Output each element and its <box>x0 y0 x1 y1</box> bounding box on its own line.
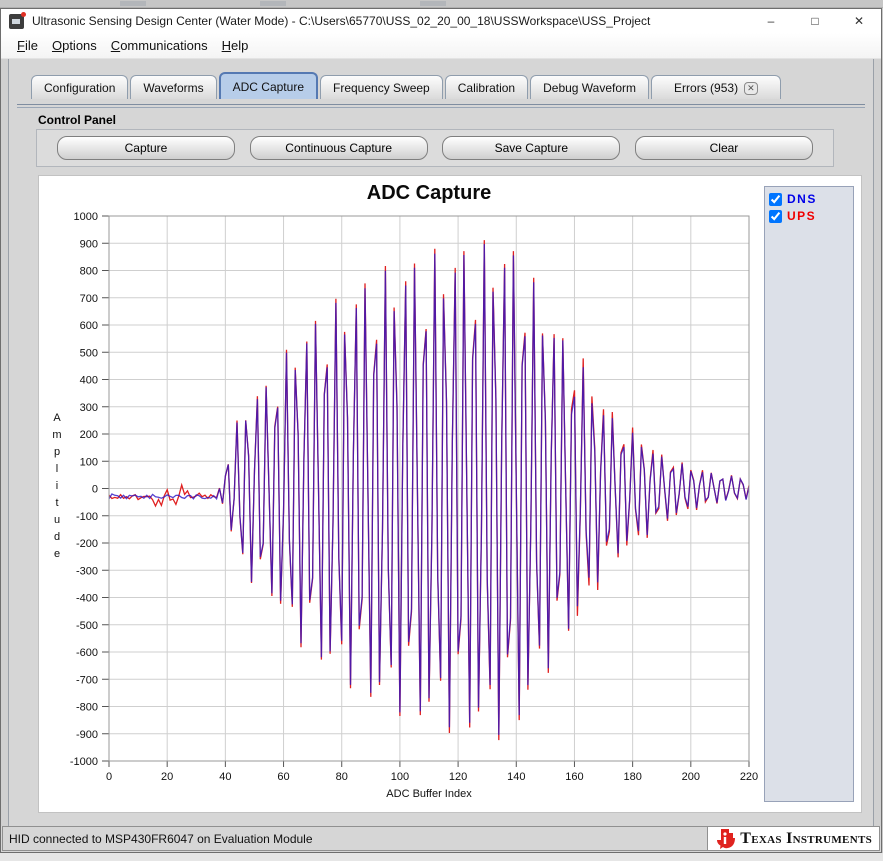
tab-bar: Configuration Waveforms ADC Capture Frequen… <box>31 72 783 99</box>
window-controls: – □ ✕ <box>749 9 881 33</box>
tab-debug-waveform[interactable]: Debug Waveform <box>530 75 650 99</box>
tab-separator <box>17 104 865 108</box>
tab-frequency-sweep[interactable]: Frequency Sweep <box>320 75 443 99</box>
menu-bar: File Options Communications Help <box>1 33 881 59</box>
tab-label: ADC Capture <box>232 80 304 94</box>
tab-label: Configuration <box>44 81 116 95</box>
brand-name: Texas Instruments <box>740 829 872 847</box>
tab-content-panel: Configuration Waveforms ADC Capture Frequen… <box>1 59 881 826</box>
x-tick-label: 120 <box>449 771 467 783</box>
menu-options[interactable]: Options <box>45 35 104 56</box>
legend-item-ups: UPS <box>769 209 849 223</box>
x-tick-label: 0 <box>106 771 112 783</box>
maximize-icon[interactable]: □ <box>793 9 837 33</box>
capture-button[interactable]: Capture <box>57 136 235 160</box>
x-tick-label: 40 <box>219 771 231 783</box>
x-tick-label: 20 <box>161 771 173 783</box>
x-tick-label: 140 <box>507 771 525 783</box>
y-tick-label: -100 <box>76 511 98 523</box>
tab-label: Calibration <box>457 81 516 95</box>
dns-checkbox[interactable] <box>769 192 782 206</box>
y-tick-label: 1000 <box>74 211 98 223</box>
tab-errors-953[interactable]: Errors (953) ✕ <box>651 75 781 99</box>
app-window: Ultrasonic Sensing Design Center (Water … <box>0 8 882 853</box>
background-toolbar-fragment <box>420 1 446 6</box>
continuous-capture-button[interactable]: Continuous Capture <box>249 136 428 160</box>
y-tick-label: -600 <box>76 647 98 659</box>
y-axis-label: Amplitude <box>51 412 63 565</box>
background-toolbar-fragment <box>260 1 286 6</box>
save-capture-button[interactable]: Save Capture <box>442 136 621 160</box>
y-tick-label: -300 <box>76 565 98 577</box>
y-tick-label: 200 <box>80 429 98 441</box>
menu-help[interactable]: Help <box>215 35 256 56</box>
y-tick-label: 800 <box>80 266 98 278</box>
tab-label: Waveforms <box>143 81 204 95</box>
y-tick-label: -500 <box>76 620 98 632</box>
menu-file[interactable]: File <box>10 35 45 56</box>
y-tick-label: -400 <box>76 593 98 605</box>
background-toolbar-fragment <box>120 1 146 6</box>
app-icon <box>9 11 26 29</box>
y-tick-label: 700 <box>80 293 98 305</box>
menu-communications[interactable]: Communications <box>104 35 215 56</box>
y-tick-label: -800 <box>76 702 98 714</box>
x-axis-label: ADC Buffer Index <box>386 788 472 800</box>
background-window-strip <box>0 0 883 8</box>
connection-status: HID connected to MSP430FR6047 on Evaluat… <box>9 831 313 846</box>
control-panel: Capture Continuous Capture Save Capture Cle… <box>36 129 834 167</box>
x-tick-label: 100 <box>391 771 409 783</box>
x-tick-label: 200 <box>682 771 700 783</box>
tab-configuration[interactable]: Configuration <box>31 75 129 99</box>
x-tick-label: 160 <box>565 771 583 783</box>
y-tick-label: -700 <box>76 674 98 686</box>
tab-adc-capture[interactable]: ADC Capture <box>218 72 318 99</box>
background-bottom-strip <box>0 853 883 861</box>
y-tick-label: 900 <box>80 238 98 250</box>
clear-button[interactable]: Clear <box>634 136 813 160</box>
y-tick-label: -900 <box>76 729 98 741</box>
y-tick-label: -1000 <box>70 756 98 768</box>
x-tick-label: 220 <box>740 771 758 783</box>
status-bar: HID connected to MSP430FR6047 on Evaluat… <box>2 826 880 851</box>
y-tick-label: 100 <box>80 456 98 468</box>
y-tick-label: 400 <box>80 375 98 387</box>
legend-label: UPS <box>787 209 817 223</box>
minimize-icon[interactable]: – <box>749 9 793 33</box>
legend-item-dns: DNS <box>769 192 849 206</box>
x-tick-label: 180 <box>623 771 641 783</box>
tab-close-icon[interactable]: ✕ <box>744 81 758 95</box>
close-icon[interactable]: ✕ <box>837 9 881 33</box>
x-tick-label: 80 <box>336 771 348 783</box>
y-tick-label: 300 <box>80 402 98 414</box>
adc-capture-chart: 0 20 40 60 80 100 120 140 160 180 200 220 -1000 -900-… <box>38 175 862 813</box>
tab-label: Frequency Sweep <box>333 81 430 95</box>
y-tick-label: 0 <box>92 484 98 496</box>
brand-box: Texas Instruments <box>707 827 879 850</box>
y-tick-label: 600 <box>80 320 98 332</box>
tab-calibration[interactable]: Calibration <box>444 75 529 99</box>
ups-checkbox[interactable] <box>769 209 782 223</box>
tab-waveforms[interactable]: Waveforms <box>130 75 217 99</box>
x-tick-label: 60 <box>277 771 289 783</box>
title-bar: Ultrasonic Sensing Design Center (Water … <box>1 9 881 33</box>
texas-instruments-logo-icon <box>717 828 736 849</box>
y-tick-label: 500 <box>80 347 98 359</box>
window-title: Ultrasonic Sensing Design Center (Water … <box>32 14 651 28</box>
legend-label: DNS <box>787 192 817 206</box>
chart-title: ADC Capture <box>366 182 492 204</box>
y-tick-label: -200 <box>76 538 98 550</box>
tab-label: Debug Waveform <box>543 81 637 95</box>
plot-area[interactable]: 0 20 40 60 80 100 120 140 160 180 200 220-1000-900-… <box>39 176 761 808</box>
tab-label: Errors (953) <box>674 81 739 95</box>
control-panel-label: Control Panel <box>38 113 117 127</box>
legend-panel: DNS UPS <box>764 186 854 802</box>
